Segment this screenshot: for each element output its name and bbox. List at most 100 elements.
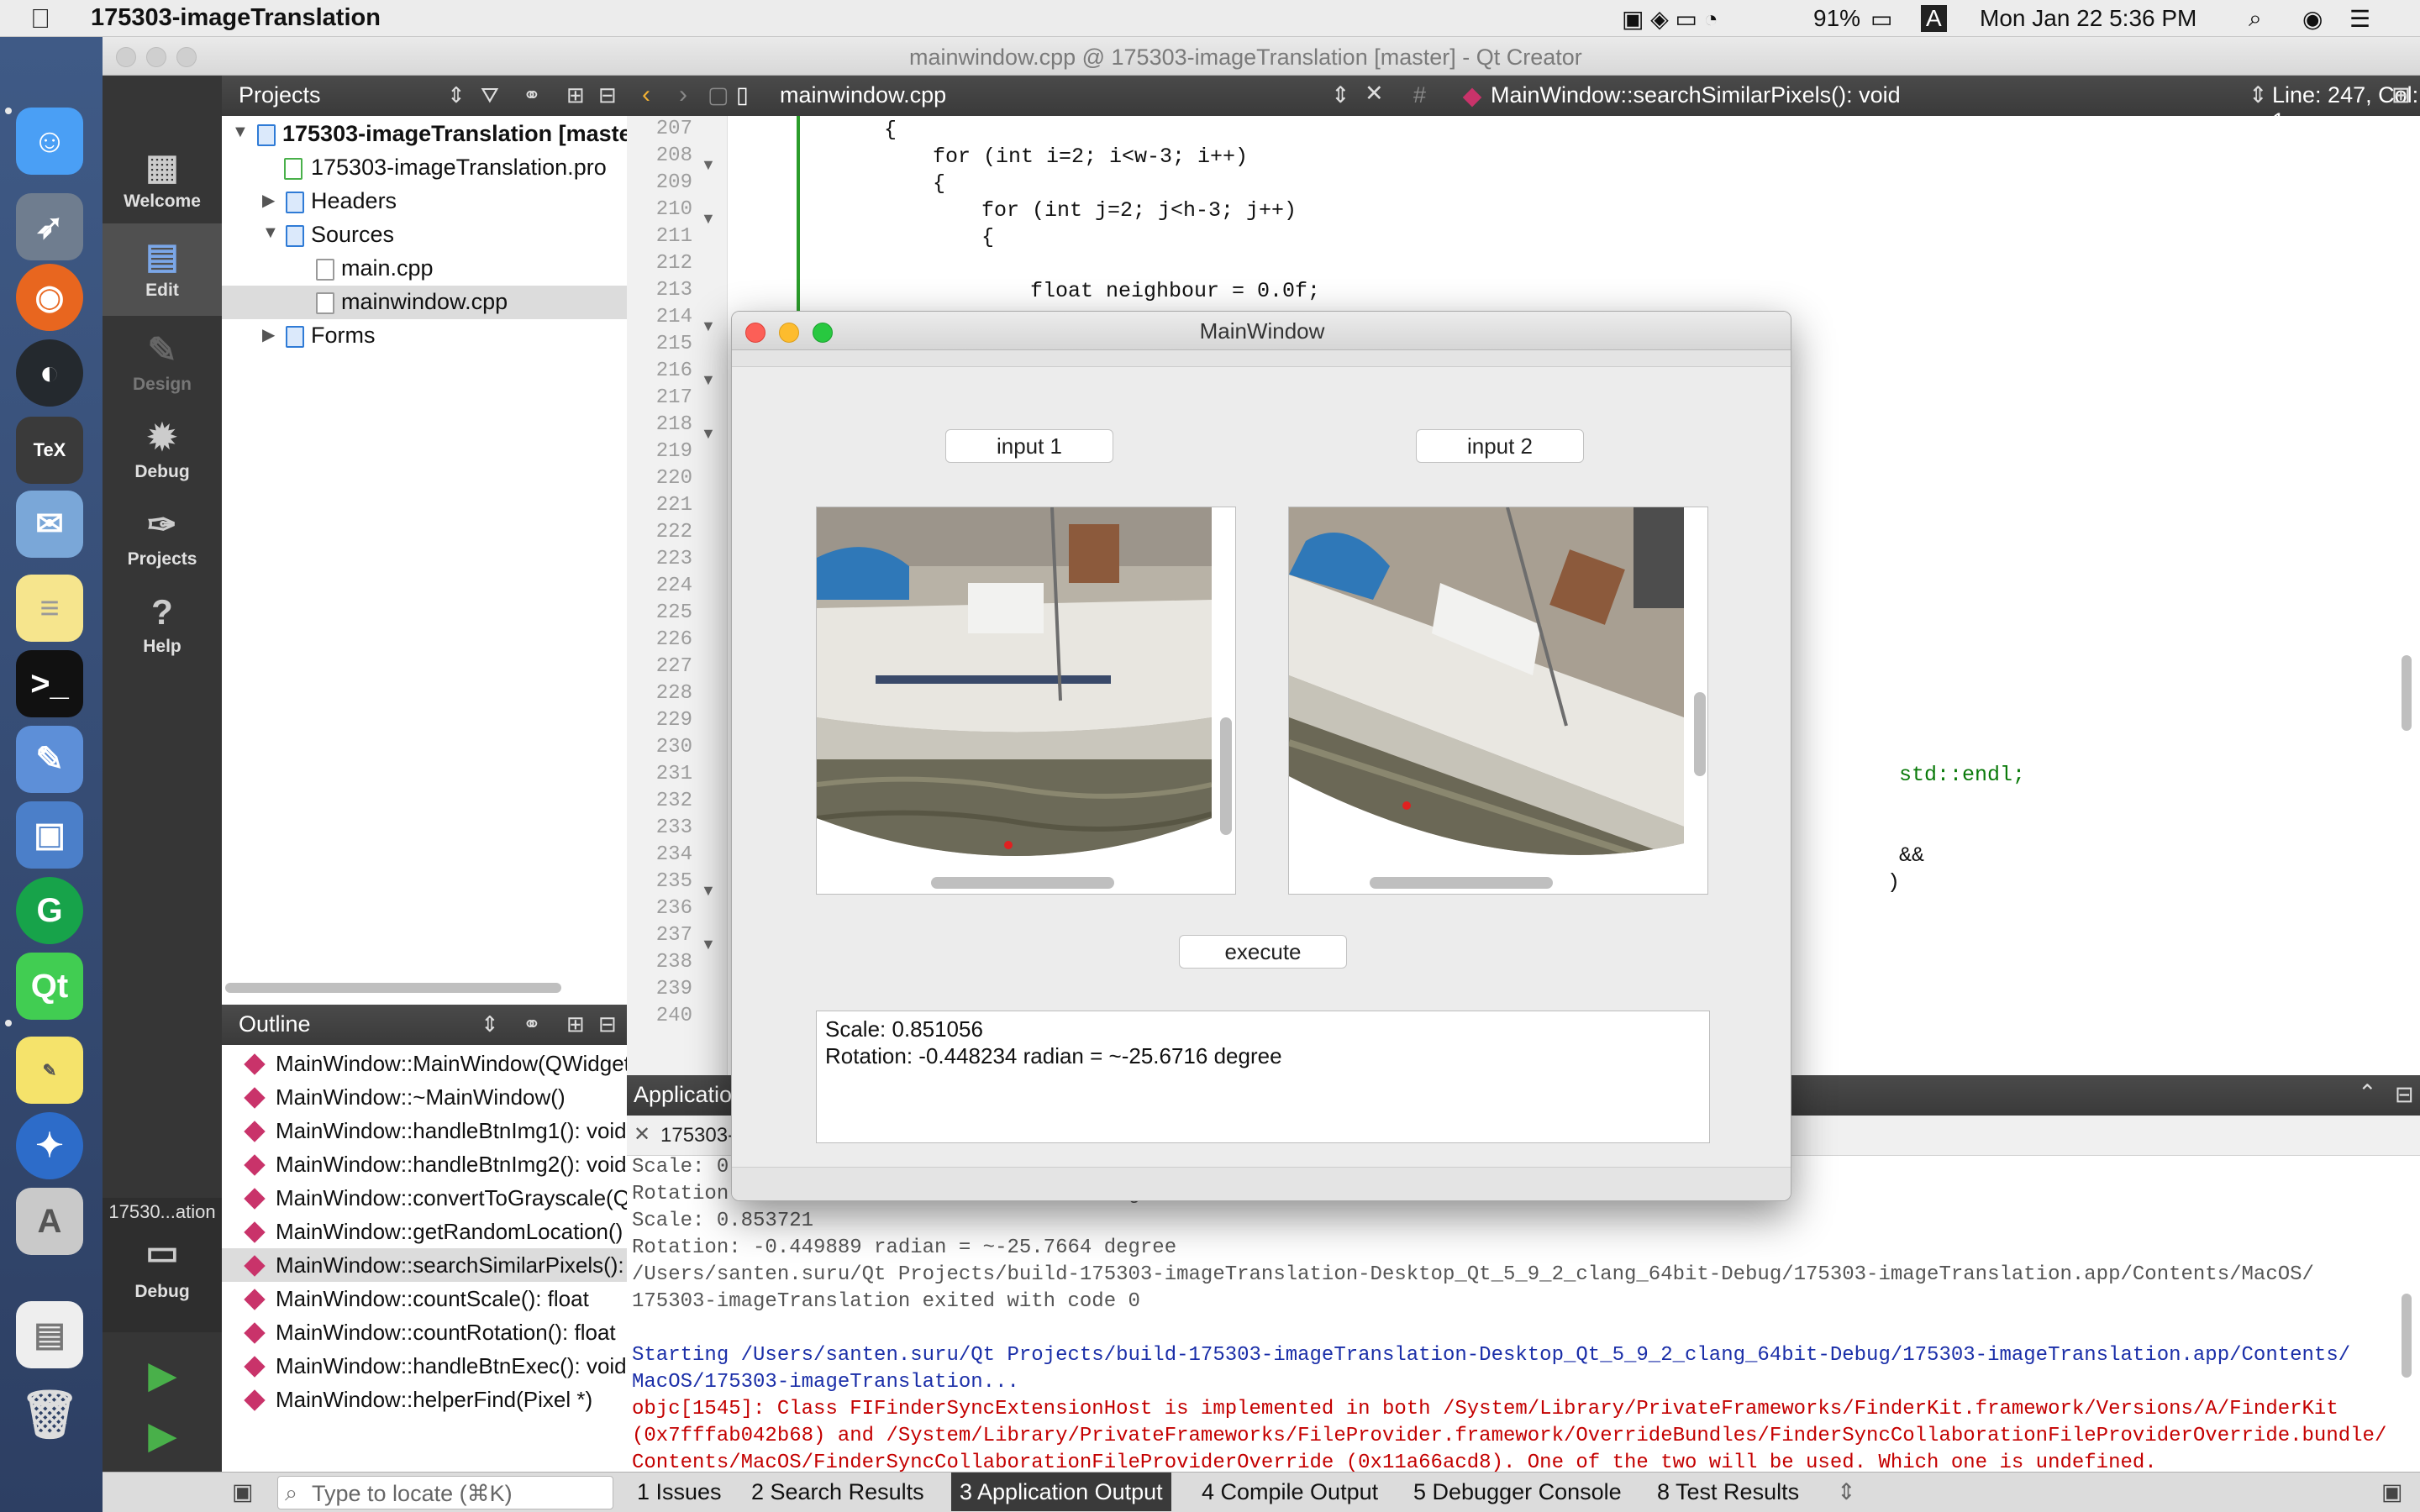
tree-item-mainwindow-cpp[interactable]: mainwindow.cpp [222,286,627,319]
mode-design[interactable]: ✎ Design [103,326,222,410]
result-text-box[interactable]: Scale: 0.851056 Rotation: -0.448234 radi… [816,1011,1710,1143]
fold-arrow-icon[interactable]: ▼ [701,425,716,443]
current-function[interactable]: MainWindow::searchSimilarPixels(): void [1491,82,1901,108]
run-button[interactable]: ▶ [103,1351,222,1410]
kit-selector[interactable]: 17530...ation ▭ Debug [103,1198,222,1332]
outline-item[interactable]: MainWindow::handleBtnImg1(): void [222,1114,627,1147]
output-scrollbar[interactable] [2402,1294,2412,1378]
code-line-208[interactable]: for (int i=2; i<w-3; i++) [933,144,1248,169]
battery-icon[interactable]: ▭ [1870,5,1892,33]
split-icon[interactable]: ⊞ [2391,82,2411,108]
active-app-name[interactable]: 175303-imageTranslation [91,4,381,32]
link-icon[interactable]: ⚭ [523,1011,541,1037]
tree-item-sources[interactable]: ▼ Sources [222,218,627,252]
close-pane-icon[interactable]: ⊟ [2395,1082,2414,1108]
toggle-output-icon[interactable]: ▣ [2381,1479,2403,1505]
close-pane-icon[interactable]: ⊟ [598,1011,617,1037]
tab-compile-output[interactable]: 4 Compile Output [1202,1479,1378,1505]
trash-icon[interactable]: 🗑 [16,1381,83,1448]
image2-view[interactable] [1288,507,1708,895]
mw-close-button[interactable] [745,323,765,343]
input1-button[interactable]: input 1 [945,429,1113,463]
fold-arrow-icon[interactable]: ▼ [701,156,716,174]
menubar-clock[interactable]: Mon Jan 22 5:36 PM [1980,5,2196,32]
outline-item[interactable]: MainWindow::countScale(): float [222,1282,627,1315]
projects-pane-title[interactable]: Projects [239,82,321,108]
mode-projects[interactable]: ✑ Projects [103,501,222,585]
fold-arrow-icon[interactable]: ▼ [701,210,716,228]
file-dropdown-icon[interactable]: ⇕ [1331,82,1350,108]
tab-search-results[interactable]: 2 Search Results [751,1479,924,1505]
code-line-231[interactable]: std::endl; [1899,763,2025,787]
filter-icon[interactable]: ⛛ [481,82,499,109]
outline-item-selected[interactable]: MainWindow::searchSimilarPixels(): void [222,1248,627,1282]
close-pane-icon[interactable]: ⊟ [598,82,617,108]
mw-zoom-button[interactable] [813,323,833,343]
outline-item[interactable]: MainWindow::MainWindow(QWidget *) [222,1047,627,1080]
back-icon[interactable]: ‹ [642,81,650,109]
updown-icon[interactable]: ⇕ [481,1011,499,1037]
code-line-235[interactable]: ) [1887,870,1900,895]
xcode-installer-icon[interactable]: A [16,1188,83,1255]
fold-arrow-icon[interactable]: ▼ [701,936,716,953]
qt-creator-icon[interactable]: Qt [16,953,83,1020]
split-icon[interactable]: ⊞ [566,82,585,108]
firefox-icon[interactable]: ◉ [16,264,83,331]
siri-icon[interactable]: ◉ [2302,5,2323,33]
tab-debugger-console[interactable]: 5 Debugger Console [1413,1479,1622,1505]
close-tab-icon[interactable]: ✕ [634,1122,650,1147]
code-line-213[interactable]: float neighbour = 0.0f; [1030,279,1320,303]
tree-item-headers[interactable]: ▶ Headers [222,185,627,218]
preview-icon[interactable]: ▤ [16,1301,83,1368]
window-zoom-button[interactable] [176,47,197,67]
mode-help[interactable]: ? Help [103,588,222,672]
outline-item[interactable]: MainWindow::handleBtnExec(): void [222,1349,627,1383]
battery-percent[interactable]: 91% [1813,5,1860,32]
tree-item-forms[interactable]: ▶ Forms [222,319,627,353]
tree-item-project[interactable]: ▼ 175303-imageTranslation [master] [222,118,648,151]
mail-icon[interactable]: ✉ [16,491,83,558]
expand-arrow-icon[interactable]: ▶ [262,324,275,345]
tab-issues[interactable]: 1 Issues [637,1479,722,1505]
execute-button[interactable]: execute [1179,935,1347,969]
window-minimize-button[interactable] [146,47,166,67]
lock-icon[interactable]: ▢ [708,82,729,108]
notification-center-icon[interactable]: ☰ [2349,5,2370,33]
open-file-name[interactable]: mainwindow.cpp [780,82,946,108]
keynote-icon[interactable]: ▣ [16,801,83,869]
editor-scrollbar[interactable] [2402,655,2412,731]
code-line-234[interactable]: && [1899,843,1924,868]
code-line[interactable]: { [981,225,994,249]
tab-test-results[interactable]: 8 Test Results [1657,1479,1799,1505]
texmaker-icon[interactable]: TeX [16,417,83,484]
spotlight-search-icon[interactable]: ⌕ [2249,5,2262,33]
fold-arrow-icon[interactable]: ▼ [701,318,716,335]
launchpad-icon[interactable]: ➶ [16,193,83,260]
debug-run-button[interactable]: ▶ [103,1411,222,1470]
image1-vscroll[interactable] [1220,717,1232,835]
safari-icon[interactable]: ✦ [16,1112,83,1179]
grammarly-icon[interactable]: G [16,877,83,944]
tree-item-pro-file[interactable]: 175303-imageTranslation.pro [222,151,627,185]
expand-arrow-icon[interactable]: ▶ [262,190,275,211]
fold-arrow-icon[interactable]: ▼ [701,371,716,389]
locator-input[interactable]: ⌕ Type to locate (⌘K) [277,1476,613,1509]
outline-item[interactable]: MainWindow::helperFind(Pixel *) [222,1383,627,1416]
fold-arrow-icon[interactable]: ▼ [701,882,716,900]
forward-icon[interactable]: › [679,81,687,109]
collapse-arrow-icon[interactable]: ▼ [232,123,249,142]
image1-hscroll[interactable] [931,877,1114,889]
window-close-button[interactable] [116,47,136,67]
input2-button[interactable]: input 2 [1416,429,1584,463]
input-source-indicator[interactable]: A [1921,5,1947,32]
image2-hscroll[interactable] [1370,877,1553,889]
mode-welcome[interactable]: ▦ Welcome [103,143,222,227]
projects-scrollbar[interactable] [225,983,561,993]
status-icons[interactable]: ▣ ◈ ▭ ◔ [1622,5,1718,33]
image2-vscroll[interactable] [1694,692,1706,776]
apple-icon[interactable]:  [30,3,50,34]
notes-icon[interactable]: ≡ [16,575,83,642]
outline-item[interactable]: MainWindow::countRotation(): float [222,1315,627,1349]
stickies-icon[interactable]: ✎ [16,1037,83,1104]
mode-edit[interactable]: ▤ Edit [103,223,222,316]
